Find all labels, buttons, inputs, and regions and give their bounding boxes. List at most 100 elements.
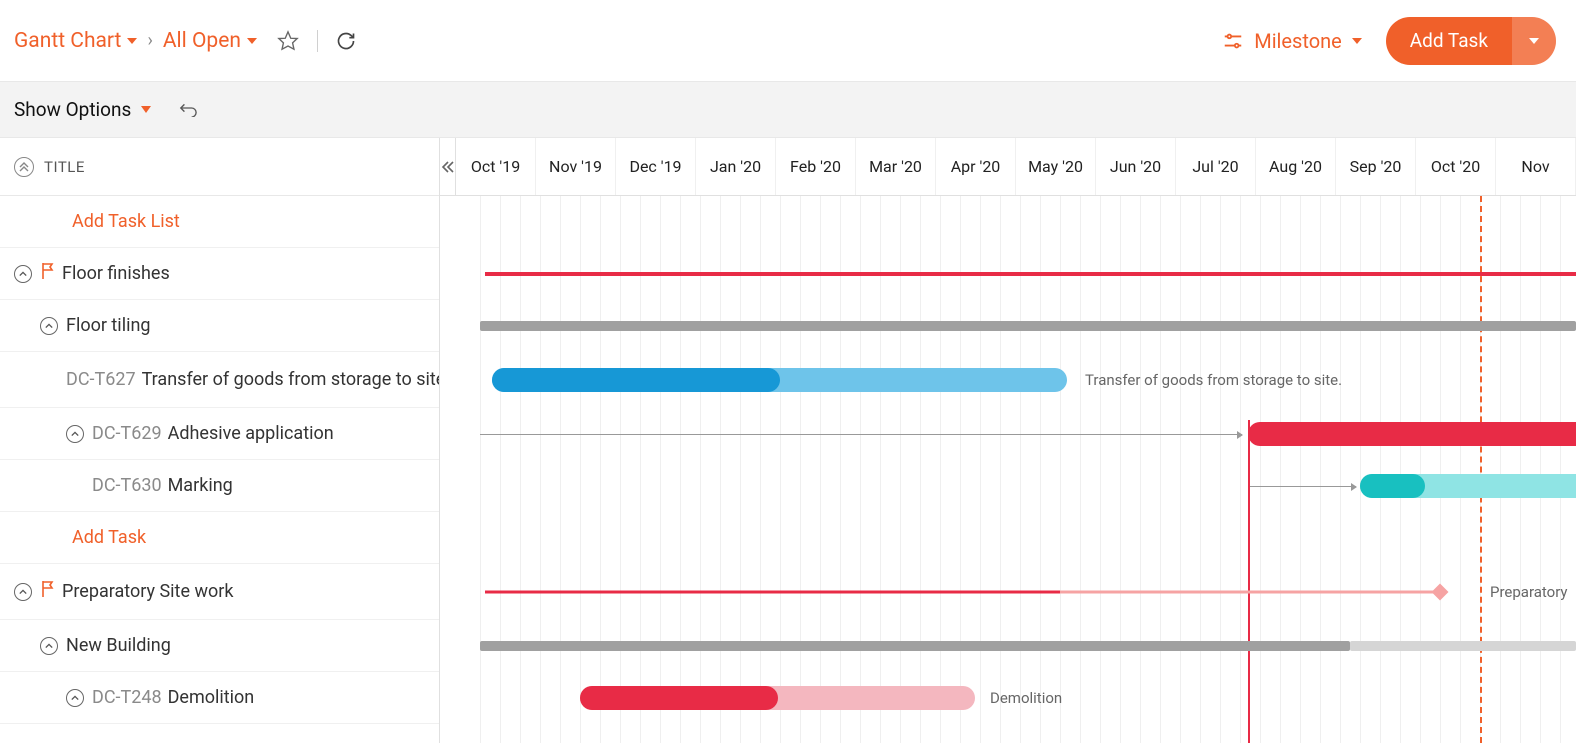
breadcrumb-separator: › [147,30,152,51]
collapse-toggle[interactable] [40,317,58,335]
task-tree: Add Task List Floor finishes Floor tilin… [0,196,439,724]
month-cell[interactable]: Nov [1496,138,1576,195]
collapse-all-button[interactable] [14,157,34,177]
month-cell[interactable]: May '20 [1016,138,1096,195]
task-title: Transfer of goods from storage to site. [142,369,439,390]
subgroup-row-floor-tiling[interactable]: Floor tiling [0,300,439,352]
group-bar[interactable] [485,272,1576,276]
chevron-down-icon [247,38,257,44]
task-title: Marking [168,475,233,496]
group-row-floor-finishes[interactable]: Floor finishes [0,248,439,300]
collapse-toggle[interactable] [14,265,32,283]
chevron-up-icon [19,588,27,596]
show-options-label: Show Options [14,98,131,121]
view-selector[interactable]: Gantt Chart [14,29,137,53]
summary-bar[interactable] [480,321,1576,331]
scroll-left-button[interactable] [440,138,456,195]
summary-bar[interactable] [480,641,1350,651]
group-row-preparatory[interactable]: Preparatory Site work [0,564,439,620]
group-label: Preparatory Site work [62,581,233,602]
add-task-list-row[interactable]: Add Task List [0,196,439,248]
month-cell[interactable]: Jan '20 [696,138,776,195]
group-bar-label: Preparatory [1490,583,1568,601]
task-list-sidebar: TITLE Add Task List Floor finishes [0,138,440,743]
title-header-row: TITLE [0,138,439,196]
task-bar-label: Demolition [990,689,1062,707]
gantt-header: Oct '19 Nov '19 Dec '19 Jan '20 Feb '20 … [440,138,1576,196]
subgroup-row-new-building[interactable]: New Building [0,620,439,672]
show-options-dropdown[interactable]: Show Options [14,98,151,121]
add-task-row[interactable]: Add Task [0,512,439,564]
month-cell[interactable]: Jun '20 [1096,138,1176,195]
gantt-row-new-building [480,620,1576,672]
month-cell[interactable]: Oct '20 [1416,138,1496,195]
chevron-up-icon [19,270,27,278]
task-id: DC-T629 [92,423,162,444]
task-row[interactable]: DC-T629 Adhesive application [0,408,439,460]
month-cell[interactable]: Mar '20 [856,138,936,195]
chevron-down-icon [141,106,151,113]
favorite-button[interactable] [277,30,299,52]
gantt-row-floor-tiling [480,300,1576,352]
refresh-button[interactable] [336,31,356,51]
flag-icon [40,262,56,285]
gantt-row-preparatory: Preparatory [480,564,1576,620]
undo-button[interactable] [177,99,199,121]
task-row[interactable]: DC-T248 Demolition [0,672,439,724]
chevron-down-icon [1529,38,1539,44]
group-bar-remaining [1060,591,1438,594]
collapse-toggle[interactable] [66,425,84,443]
chevron-up-icon [71,694,79,702]
task-title: Demolition [168,687,255,708]
gantt-row-adhesive [480,408,1576,460]
month-cell[interactable]: Jul '20 [1176,138,1256,195]
month-cell[interactable]: Aug '20 [1256,138,1336,195]
collapse-toggle[interactable] [14,583,32,601]
group-label: Floor finishes [62,263,170,284]
task-bar[interactable] [492,368,1067,392]
gantt-row-transfer: Transfer of goods from storage to site. [480,352,1576,408]
task-bar[interactable] [1360,474,1576,498]
group-bar[interactable] [485,591,1060,594]
task-id: DC-T248 [92,687,162,708]
month-cell[interactable]: Nov '19 [536,138,616,195]
summary-bar-tail [1350,641,1576,651]
double-chevron-left-icon [441,160,455,174]
gantt-row-marking [480,460,1576,512]
month-cell[interactable]: Dec '19 [616,138,696,195]
add-task-caret[interactable] [1512,17,1556,65]
chevron-up-icon [45,322,53,330]
chevron-up-icon [45,642,53,650]
subheader: Show Options [0,82,1576,138]
filter-selector[interactable]: All Open [163,29,257,53]
month-cell[interactable]: Feb '20 [776,138,856,195]
gantt-row [480,196,1576,248]
undo-icon [177,99,199,117]
task-row[interactable]: DC-T627 Transfer of goods from storage t… [0,352,439,408]
header-icons [277,30,356,52]
sliders-icon [1222,30,1244,52]
filter-selector-label: All Open [163,29,241,53]
month-cell[interactable]: Sep '20 [1336,138,1416,195]
milestone-dropdown[interactable]: Milestone [1222,29,1362,53]
task-bar-label: Transfer of goods from storage to site. [1085,371,1342,389]
main: TITLE Add Task List Floor finishes [0,138,1576,743]
gantt-body[interactable]: Transfer of goods from storage to site. … [440,196,1576,743]
month-cell[interactable]: Apr '20 [936,138,1016,195]
header: Gantt Chart › All Open Milestone Add Tas… [0,0,1576,82]
task-bar[interactable] [1248,422,1576,446]
task-bar[interactable] [580,686,975,710]
add-task-button[interactable]: Add Task [1386,17,1556,65]
month-cell[interactable]: Oct '19 [456,138,536,195]
collapse-toggle[interactable] [66,689,84,707]
gantt-row-add-task [480,512,1576,564]
divider [317,30,318,52]
milestone-icon[interactable] [1432,584,1449,601]
task-title: Adhesive application [168,423,334,444]
header-right: Milestone Add Task [1222,17,1556,65]
task-row[interactable]: DC-T630 Marking [0,460,439,512]
collapse-toggle[interactable] [40,637,58,655]
chevron-down-icon [1352,38,1362,44]
dependency-line [1248,486,1356,487]
dependency-line [480,434,1242,435]
